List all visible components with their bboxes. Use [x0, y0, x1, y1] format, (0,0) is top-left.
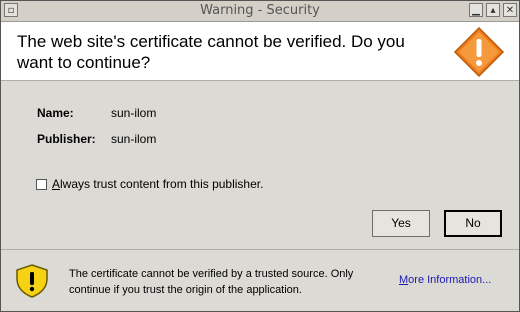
name-label: Name: — [37, 106, 74, 120]
maximize-button[interactable]: ▴ — [486, 3, 500, 17]
title-bar[interactable]: ▫ Warning - Security ▁ ▴ ✕ — [1, 1, 519, 22]
publisher-value: sun-ilom — [111, 132, 157, 146]
always-trust-checkbox[interactable] — [36, 179, 47, 190]
window-title: Warning - Security — [200, 3, 320, 18]
dialog-header: The web site's certificate cannot be ver… — [1, 22, 519, 81]
shield-warning-icon — [16, 264, 48, 298]
more-information-link[interactable]: More Information... — [399, 274, 491, 286]
yes-button[interactable]: Yes — [372, 210, 430, 237]
warning-diamond-icon — [453, 26, 505, 78]
footer-note: The certificate cannot be verified by a … — [69, 268, 354, 296]
minimize-button[interactable]: ▁ — [469, 3, 483, 17]
warning-message: The web site's certificate cannot be ver… — [17, 32, 405, 72]
publisher-label: Publisher: — [37, 132, 96, 146]
always-trust-label[interactable]: Always trust content from this publisher… — [52, 177, 263, 191]
no-button[interactable]: No — [444, 210, 502, 237]
name-value: sun-ilom — [111, 106, 157, 120]
dialog-footer: The certificate cannot be verified by a … — [1, 249, 519, 312]
close-button[interactable]: ✕ — [503, 3, 517, 17]
security-warning-dialog: ▫ Warning - Security ▁ ▴ ✕ The web site'… — [0, 0, 520, 312]
